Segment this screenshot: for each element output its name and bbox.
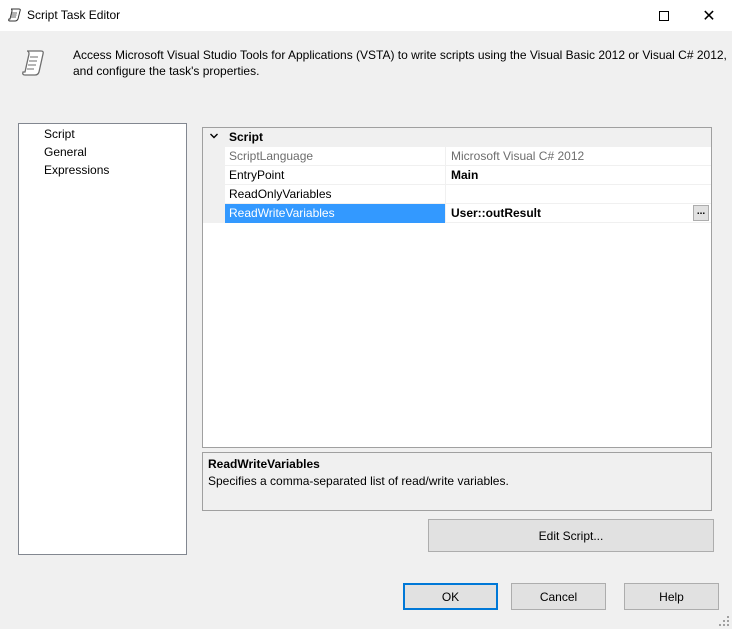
- edit-script-button[interactable]: Edit Script...: [428, 519, 714, 552]
- property-name: ScriptLanguage: [225, 147, 446, 166]
- description-text: Specifies a comma-separated list of read…: [208, 474, 509, 488]
- nav-item-script[interactable]: Script: [44, 126, 75, 142]
- property-value[interactable]: Main: [447, 166, 711, 185]
- property-name: ReadOnlyVariables: [225, 185, 446, 204]
- grid-gutter: [203, 147, 225, 223]
- property-row-readwritevariables[interactable]: ReadWriteVariables User::outResult ...: [225, 204, 711, 223]
- property-name: EntryPoint: [225, 166, 446, 185]
- chevron-down-icon[interactable]: [209, 131, 219, 144]
- title-bar: Script Task Editor ✕: [0, 0, 732, 31]
- scroll-icon: [8, 8, 21, 22]
- window-title: Script Task Editor: [27, 8, 121, 22]
- maximize-icon: [659, 10, 669, 21]
- description-title: ReadWriteVariables: [208, 457, 320, 471]
- nav-item-expressions[interactable]: Expressions: [44, 162, 109, 178]
- nav-item-general[interactable]: General: [44, 144, 87, 160]
- category-row-script[interactable]: Script: [203, 128, 711, 147]
- property-row-readonlyvariables[interactable]: ReadOnlyVariables: [225, 185, 711, 204]
- ellipsis-button[interactable]: ...: [693, 205, 709, 221]
- property-value: Microsoft Visual C# 2012: [451, 149, 585, 163]
- header-description: Access Microsoft Visual Studio Tools for…: [73, 47, 727, 79]
- property-name: ReadWriteVariables: [225, 204, 446, 223]
- property-value-text: User::outResult: [451, 206, 542, 220]
- close-button[interactable]: ✕: [686, 0, 732, 31]
- script-scroll-icon: [22, 50, 44, 76]
- page-list: Script General Expressions: [18, 123, 187, 555]
- close-icon: ✕: [702, 5, 716, 25]
- header-line-2: and configure the task's properties.: [73, 64, 260, 78]
- header-line-1: Access Microsoft Visual Studio Tools for…: [73, 48, 727, 62]
- help-button[interactable]: Help: [624, 583, 719, 610]
- property-value[interactable]: User::outResult ...: [447, 204, 711, 223]
- maximize-button[interactable]: [641, 0, 687, 31]
- property-row-scriptlanguage[interactable]: ScriptLanguage Microsoft Visual C# 2012: [225, 147, 711, 166]
- property-grid: Script ScriptLanguage Microsoft Visual C…: [202, 127, 712, 448]
- cancel-button[interactable]: Cancel: [511, 583, 606, 610]
- property-row-entrypoint[interactable]: EntryPoint Main: [225, 166, 711, 185]
- description-panel: ReadWriteVariables Specifies a comma-sep…: [202, 452, 712, 511]
- category-label: Script: [229, 130, 264, 144]
- ok-button[interactable]: OK: [403, 583, 498, 610]
- resize-grip-icon[interactable]: [718, 615, 730, 627]
- property-value[interactable]: [447, 185, 711, 204]
